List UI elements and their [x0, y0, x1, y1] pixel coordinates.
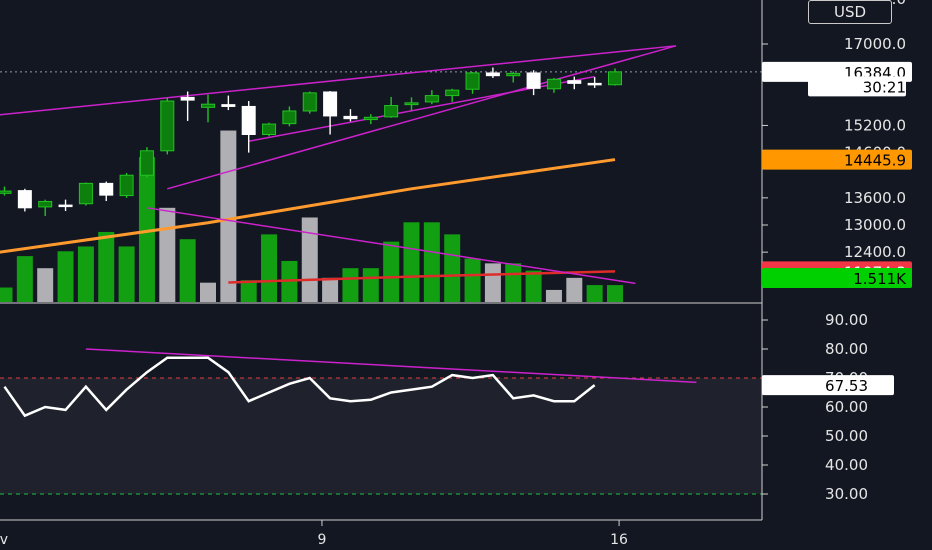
rsi-tick-label: 60.00: [825, 398, 868, 416]
price-tick-label: 12400.0: [844, 243, 906, 261]
volume-bar: [403, 222, 420, 302]
price-tag-label: 14445.9: [844, 152, 906, 170]
volume-bar: [607, 285, 623, 302]
volume-bar: [159, 207, 176, 302]
candle-body: [139, 150, 154, 176]
volume-bar: [220, 130, 237, 302]
volume-bar: [444, 234, 461, 302]
candle-body: [119, 174, 134, 197]
price-tag-label: 30:21: [863, 78, 906, 96]
candle-body: [404, 102, 419, 106]
candle-body: [445, 89, 460, 97]
candle-body: [465, 72, 480, 90]
volume-bar: [322, 277, 339, 302]
candle-body: [99, 182, 114, 196]
volume-bar: [200, 282, 216, 302]
price-tag-label: 1.511K: [853, 270, 907, 288]
volume-bar: [0, 287, 13, 302]
volume-bar: [505, 263, 522, 302]
candle-body: [546, 78, 561, 90]
candle-body: [201, 103, 215, 108]
volume-bar: [37, 268, 54, 302]
price-tick-label: 17000.0: [844, 35, 906, 53]
volume-bar: [98, 231, 115, 302]
rsi-tick-label: 80.00: [825, 340, 868, 358]
price-tick-label: 13600.0: [844, 189, 906, 207]
price-tick-label: 13000.0: [844, 216, 906, 234]
candle-body: [282, 110, 297, 125]
rsi-value-label: 67.53: [825, 377, 868, 395]
candle-body: [485, 72, 500, 77]
rsi-tick-label: 30.00: [825, 485, 868, 503]
volume-bar: [586, 285, 603, 302]
price-tick-label: 15200.0: [844, 116, 906, 134]
candle-body: [567, 80, 582, 84]
rsi-value-tag: 67.53: [762, 375, 894, 396]
candle-body: [262, 123, 277, 135]
candle-body: [160, 100, 175, 152]
volume-bar: [545, 289, 562, 302]
candle-body: [17, 190, 32, 209]
candle-body: [38, 200, 53, 208]
volume-bar: [383, 241, 400, 302]
price-tag: 1.511K: [762, 267, 912, 288]
candle-body: [363, 116, 378, 121]
candle-body: [424, 95, 439, 103]
candle-body: [343, 115, 358, 120]
volume-bar: [16, 256, 33, 302]
volume-bar: [423, 222, 440, 302]
price-tag: 30:21: [808, 76, 906, 97]
candle-body: [58, 204, 73, 208]
volume-bar: [362, 268, 379, 302]
candle-body: [526, 72, 541, 89]
candle-body: [587, 82, 602, 86]
volume-bar: [484, 263, 501, 302]
time-tick-label: Nov: [0, 532, 8, 548]
volume-bar: [77, 246, 94, 302]
time-tick-label: 16: [610, 532, 628, 548]
volume-bar: [566, 277, 583, 302]
candle-body: [323, 91, 338, 117]
candle-body: [506, 72, 521, 77]
volume-bar: [240, 280, 257, 302]
rsi-tick-label: 90.00: [825, 311, 868, 329]
candle-body: [221, 104, 236, 107]
price-chart[interactable]: 18000.017000.016400.015200.014600.013600…: [0, 0, 932, 550]
volume-bar: [301, 217, 318, 302]
candle-body: [78, 182, 93, 205]
price-tag: 14445.9: [762, 149, 912, 170]
time-tick-label: 9: [317, 532, 326, 548]
volume-bar: [464, 258, 481, 302]
volume-bar: [525, 270, 542, 302]
candle-body: [302, 92, 317, 112]
candle-body: [384, 105, 399, 118]
candle-body: [608, 71, 622, 86]
volume-bar: [261, 234, 278, 302]
rsi-tick-label: 50.00: [825, 427, 868, 445]
currency-badge[interactable]: USD: [808, 0, 892, 24]
rsi-tick-label: 40.00: [825, 456, 868, 474]
volume-bar: [179, 239, 196, 302]
volume-bar: [118, 246, 135, 302]
candle-body: [0, 190, 12, 194]
candle-body: [241, 105, 256, 135]
volume-bar: [57, 251, 74, 302]
candle-body: [180, 96, 195, 101]
volume-bar: [342, 268, 359, 302]
